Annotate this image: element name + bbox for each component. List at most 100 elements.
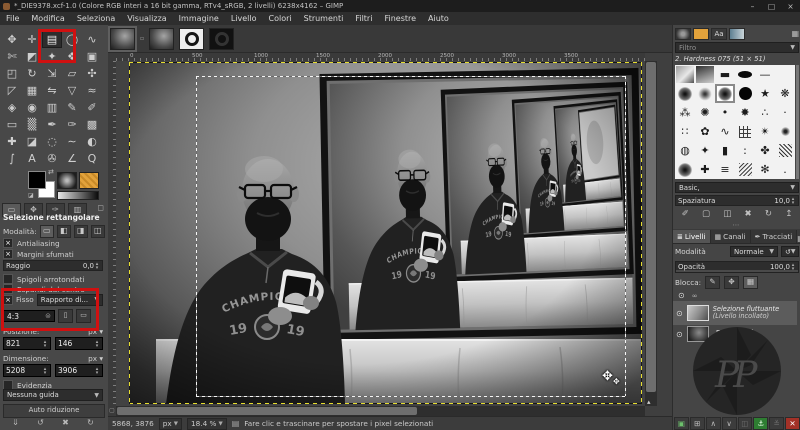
tool-rectangle-select-icon[interactable]: ▤ [42, 31, 62, 48]
guides-dropdown[interactable]: Nessuna guida▼ [3, 389, 103, 401]
menu-filtri[interactable]: Filtri [349, 14, 378, 23]
brush-line[interactable]: — [755, 65, 775, 84]
menu-modifica[interactable]: Modifica [25, 14, 70, 23]
fixed-checkbox[interactable]: × [3, 295, 13, 305]
merge-layer-button[interactable]: ≚ [769, 417, 784, 430]
position-x-input[interactable]: 821▴▾ [3, 337, 51, 350]
tab-tracciati[interactable]: ✒Tracciati [751, 230, 798, 243]
size-height-input[interactable]: 3906▴▾ [55, 364, 103, 377]
brush-leafy[interactable]: ✤ [755, 141, 775, 160]
menu-visualizza[interactable]: Visualizza [121, 14, 172, 23]
photo-canvas[interactable]: CHAMPION 19 19 [130, 63, 641, 403]
tool-move-icon[interactable]: ✥ [2, 31, 22, 48]
ratio-swap-icon[interactable]: ⊜ [45, 312, 51, 320]
eye-icon[interactable]: ⊙ [678, 291, 685, 300]
feather-checkbox[interactable]: × [3, 249, 13, 259]
duplicate-layer-button[interactable]: ◫ [738, 417, 753, 430]
brush-spark[interactable]: ✦ [695, 141, 715, 160]
aspect-ratio-input[interactable]: 4:3 ⊜ [3, 310, 55, 322]
panel-resize-handle[interactable]: ⋯ [673, 221, 800, 229]
brush-dotsm[interactable]: • [715, 103, 735, 122]
brush-soft2[interactable] [695, 84, 715, 103]
tool-rotate-icon[interactable]: ↻ [22, 65, 42, 82]
brush-splat[interactable]: ❋ [775, 84, 795, 103]
tool-shear-icon[interactable]: ▱ [62, 65, 82, 82]
brush-oval[interactable] [735, 65, 755, 84]
tool-transform-3d-icon[interactable]: ▦ [22, 82, 42, 99]
vertical-scrollbar[interactable]: ▴ [645, 61, 657, 406]
menu-livello[interactable]: Livello [225, 14, 263, 23]
position-unit-dropdown[interactable]: px ▾ [88, 327, 103, 336]
tool-blur-sharpen-icon[interactable]: ◌ [42, 133, 62, 150]
brush-bar[interactable]: ▬ [715, 65, 735, 84]
menu-aiuto[interactable]: Aiuto [422, 14, 455, 23]
anchor-layer-button[interactable]: ⚓ [753, 417, 768, 430]
brush-grid-scrollbar[interactable] [796, 65, 799, 179]
edit-brush-icon[interactable]: ✐ [682, 209, 689, 219]
restore-preset-icon[interactable]: ↺ [37, 418, 44, 427]
brush-tag-dropdown[interactable]: Basic,▼ [675, 182, 799, 193]
brush-ring[interactable]: ◍ [675, 141, 695, 160]
dock-menu-icon[interactable]: ▦ [791, 29, 799, 38]
eye-icon[interactable]: ⊙ [676, 330, 683, 339]
new-brush-icon[interactable]: ▢ [702, 209, 710, 219]
brush-burst[interactable]: ✸ [735, 103, 755, 122]
radius-slider[interactable]: Raggio 0,0 ▴▾ [3, 260, 103, 271]
brush-grad2[interactable] [695, 65, 715, 84]
tool-gradient-icon[interactable]: ▥ [42, 99, 62, 116]
position-y-input[interactable]: 146▴▾ [55, 337, 103, 350]
antialiasing-checkbox[interactable]: × [3, 238, 13, 248]
delete-preset-icon[interactable]: ✖ [62, 418, 69, 427]
auto-shrink-button[interactable]: Auto riduzione [3, 404, 105, 418]
delete-layer-button[interactable]: ✕ [785, 417, 800, 430]
refresh-brushes-icon[interactable]: ↻ [765, 209, 772, 219]
tab-livelli[interactable]: ≣Livelli [673, 230, 711, 243]
brush-burst2[interactable]: ✴ [755, 122, 775, 141]
mode-switch-dropdown[interactable]: ↺▼ [781, 246, 799, 257]
tab-canali[interactable]: ▦Canali [711, 230, 751, 243]
brush-grid[interactable] [735, 122, 755, 141]
layer-opacity-slider[interactable]: Opacità 100,0 ▴▾ [675, 261, 799, 273]
open-brush-icon[interactable]: ↥ [785, 209, 792, 219]
tool-airbrush-icon[interactable]: ▒ [22, 116, 42, 133]
tool-zoom-icon[interactable]: Q [82, 150, 102, 167]
brush-softsel[interactable] [715, 84, 735, 103]
menu-file[interactable]: File [0, 14, 25, 23]
tool-perspective-clone-icon[interactable]: ◪ [22, 133, 42, 150]
tool-perspective-icon[interactable]: ◸ [2, 82, 22, 99]
duplicate-brush-icon[interactable]: ◫ [723, 209, 731, 219]
horizontal-scrollbar[interactable] [116, 406, 645, 416]
brush-spk3[interactable]: ∷ [675, 122, 695, 141]
brush-colon[interactable]: : [735, 141, 755, 160]
rounded-checkbox[interactable] [3, 274, 13, 284]
tool-color-picker-icon[interactable]: ✇ [42, 150, 62, 167]
new-layer-button[interactable]: ▣ [674, 417, 689, 430]
default-colors-icon[interactable]: ◪ [28, 192, 34, 199]
brush-vine[interactable]: ∿ [715, 122, 735, 141]
horizontal-scrollbar-thumb[interactable] [117, 407, 417, 415]
brush-hard[interactable] [735, 84, 755, 103]
brush-dhatch[interactable] [735, 160, 755, 179]
tool-free-select-icon[interactable]: ∿ [82, 31, 102, 48]
tool-ink-icon[interactable]: ✒ [42, 116, 62, 133]
brushes-tab[interactable] [675, 28, 691, 40]
spacing-spinner[interactable]: ▴▾ [790, 197, 796, 205]
tool-foreground-select-icon[interactable]: ◩ [22, 48, 42, 65]
brush-spk[interactable]: ⁂ [675, 103, 695, 122]
tool-cage-transform-icon[interactable]: ▽ [62, 82, 82, 99]
foreground-color-swatch[interactable] [28, 171, 46, 189]
tool-alignment-icon[interactable]: ✛ [22, 31, 42, 48]
image-tab-logo-dark[interactable] [209, 28, 234, 50]
patterns-tab[interactable] [693, 28, 709, 40]
brush-spacing-slider[interactable]: Spaziatura 10,0 ▴▾ [675, 195, 799, 206]
canvas-viewport[interactable]: CHAMPION 19 19 [116, 61, 645, 406]
tool-crop-icon[interactable]: ▣ [82, 48, 102, 65]
lower-layer-button[interactable]: ∨ [722, 417, 737, 430]
lock-alpha-icon[interactable]: ▦ [743, 276, 758, 289]
brush-splat2[interactable]: ✺ [695, 103, 715, 122]
vertical-scrollbar-thumb[interactable] [646, 62, 656, 392]
gradients-tab[interactable] [729, 28, 745, 40]
tool-paintbrush-icon[interactable]: ✐ [82, 99, 102, 116]
active-brush-thumbnail[interactable] [57, 172, 77, 189]
scroll-arrow-icon[interactable]: ▴ [647, 398, 651, 406]
